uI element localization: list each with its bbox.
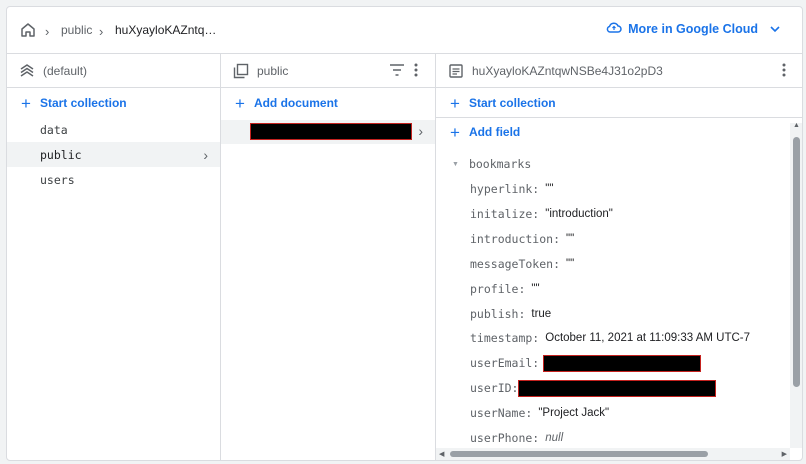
chevron-right-icon: › [45, 24, 50, 39]
field-key: userPhone: [470, 431, 540, 445]
field-value: null [545, 432, 564, 444]
field-key: profile: [470, 282, 526, 296]
field-key: introduction: [470, 232, 561, 246]
breadcrumb: › public › huXyayloKAZntq… More in Googl… [7, 7, 802, 54]
collection-name: public [257, 63, 289, 78]
field-row[interactable]: timestamp: October 11, 2021 at 11:09:33 A… [470, 329, 750, 347]
cloud-icon [606, 20, 622, 37]
database-name: (default) [43, 63, 88, 78]
home-icon[interactable] [19, 21, 37, 39]
document-id: huXyayloKAZntqwNSBe4J31o2pD3 [472, 63, 663, 78]
field-value: October 11, 2021 at 11:09:33 AM UTC-7 [545, 332, 751, 344]
redacted-document-id [250, 123, 412, 140]
field-value: "" [545, 183, 554, 195]
scroll-up-icon[interactable]: ▲ [793, 122, 800, 129]
more-in-google-cloud-button[interactable]: More in Google Cloud [606, 20, 780, 37]
database-icon [19, 63, 35, 79]
breadcrumb-item-document[interactable]: huXyayloKAZntq… [115, 23, 216, 37]
more-in-google-cloud-label: More in Google Cloud [628, 21, 758, 36]
document-column-header: huXyayloKAZntqwNSBe4J31o2pD3 [436, 54, 802, 88]
plus-icon: + [235, 93, 245, 113]
plus-icon: + [21, 93, 31, 113]
collection-label: data [40, 122, 68, 137]
horizontal-scrollbar[interactable]: ◀ ▶ [436, 448, 790, 460]
start-collection-label: Start collection [468, 96, 556, 110]
chevron-down-icon [770, 22, 780, 36]
vertical-scrollbar[interactable]: ▲ [790, 122, 802, 448]
field-value: "introduction" [545, 208, 613, 220]
collection-icon [233, 63, 249, 79]
vertical-scroll-thumb[interactable] [793, 137, 800, 387]
add-document-button[interactable]: + Add document [221, 89, 435, 117]
field-row[interactable]: userID: [470, 379, 717, 397]
add-field-label: Add field [468, 125, 521, 139]
plus-icon: + [450, 93, 460, 113]
collection-label: public [40, 147, 82, 162]
collection-item-public[interactable]: public › [7, 142, 220, 167]
firestore-data-panel: › public › huXyayloKAZntq… More in Googl… [6, 6, 803, 461]
field-key: hyperlink: [470, 182, 540, 196]
field-row[interactable]: initalize: "introduction" [470, 205, 613, 223]
plus-icon: + [450, 122, 460, 142]
start-collection-button[interactable]: + Start collection [436, 89, 802, 117]
root-column-header: (default) [7, 54, 220, 88]
map-field-name: bookmarks [468, 157, 532, 171]
field-row[interactable]: introduction: "" [470, 230, 574, 248]
scroll-left-icon[interactable]: ◀ [439, 450, 444, 458]
field-row[interactable]: profile: "" [470, 280, 540, 298]
field-key: timestamp: [470, 331, 540, 345]
horizontal-scroll-thumb[interactable] [450, 451, 708, 457]
root-column: (default) + Start collection data public… [7, 54, 221, 460]
map-field-bookmarks[interactable]: ▼ bookmarks [452, 155, 531, 173]
chevron-right-icon: › [99, 24, 104, 39]
chevron-right-icon: › [418, 123, 423, 139]
field-key: initalize: [470, 207, 540, 221]
breadcrumb-item-public[interactable]: public [61, 23, 92, 37]
start-collection-label: Start collection [39, 96, 127, 110]
redacted-user-id [518, 379, 717, 397]
chevron-right-icon: › [203, 147, 208, 163]
field-row[interactable]: userEmail: [470, 354, 702, 372]
field-key: userID: [470, 381, 519, 395]
redacted-user-email [543, 354, 702, 372]
add-document-label: Add document [253, 96, 338, 110]
field-row[interactable]: messageToken: "" [470, 255, 574, 273]
more-vert-icon[interactable] [414, 63, 418, 80]
field-key: publish: [470, 307, 526, 321]
field-key: userName: [470, 406, 533, 420]
expand-triangle-icon[interactable]: ▼ [452, 161, 459, 168]
more-vert-icon[interactable] [782, 63, 786, 80]
field-key: userEmail: [470, 356, 540, 370]
field-row[interactable]: userPhone: null [470, 429, 563, 447]
document-column: huXyayloKAZntqwNSBe4J31o2pD3 + Start col… [436, 54, 802, 460]
add-field-button[interactable]: + Add field [436, 118, 802, 146]
field-row[interactable]: hyperlink: "" [470, 180, 553, 198]
field-value: "" [566, 258, 575, 270]
collection-column: public + Add document › [221, 54, 436, 460]
field-row[interactable]: userName: "Project Jack" [470, 404, 609, 422]
field-value: "Project Jack" [538, 407, 610, 419]
field-row[interactable]: publish: true [470, 305, 551, 323]
field-value: "" [566, 233, 575, 245]
document-icon [448, 63, 464, 79]
collection-label: users [40, 172, 75, 187]
filter-icon[interactable] [389, 63, 405, 80]
scroll-right-icon[interactable]: ▶ [782, 450, 787, 458]
collection-item-users[interactable]: users [7, 167, 220, 192]
collection-column-header: public [221, 54, 435, 88]
document-item[interactable]: › [221, 120, 435, 144]
field-key: messageToken: [470, 257, 561, 271]
collection-item-data[interactable]: data [7, 117, 220, 142]
field-value: "" [531, 283, 540, 295]
field-value: true [531, 308, 552, 320]
start-collection-button[interactable]: + Start collection [7, 89, 220, 117]
